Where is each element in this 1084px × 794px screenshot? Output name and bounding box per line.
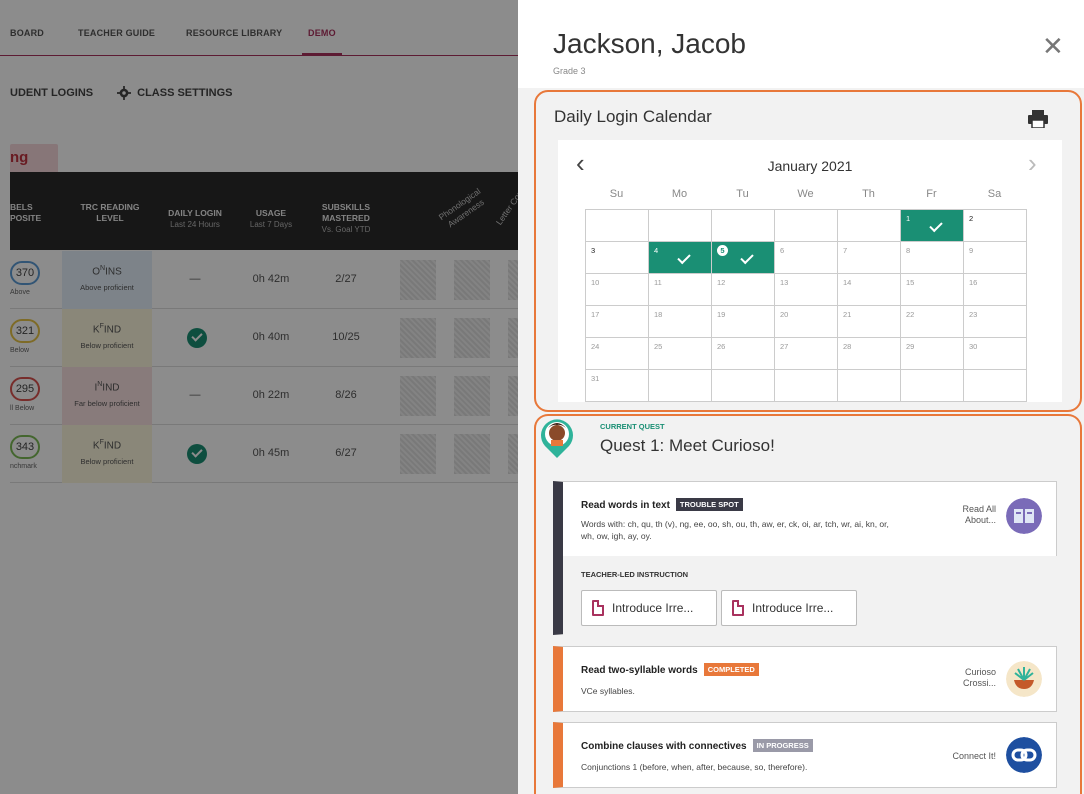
- calendar-empty-cell: [963, 369, 1027, 402]
- calendar-empty-cell: [711, 209, 775, 242]
- calendar-day-13[interactable]: 13: [774, 273, 838, 306]
- calendar-day-2[interactable]: 2: [963, 209, 1027, 242]
- calendar-empty-cell: [774, 369, 838, 402]
- calendar-empty-cell: [648, 369, 712, 402]
- calendar-day-19[interactable]: 19: [711, 305, 775, 338]
- calendar-day-17[interactable]: 17: [585, 305, 649, 338]
- print-icon[interactable]: [1028, 110, 1048, 128]
- skill-title: Read two-syllable words: [581, 665, 698, 676]
- calendar-day-5[interactable]: 5: [711, 241, 775, 274]
- calendar-day-10[interactable]: 10: [585, 273, 649, 306]
- skill-card-two-syllable[interactable]: Read two-syllable words COMPLETED VCe syl…: [553, 646, 1057, 712]
- panel-header: Jackson, Jacob Grade 3 ✕: [518, 0, 1084, 88]
- calendar-empty-cell: [585, 209, 649, 242]
- modal-backdrop[interactable]: [0, 0, 518, 794]
- calendar-empty-cell: [900, 369, 964, 402]
- student-name: Jackson, Jacob: [553, 28, 746, 59]
- calendar-day-25[interactable]: 25: [648, 337, 712, 370]
- calendar-day-15[interactable]: 15: [900, 273, 964, 306]
- next-month-icon[interactable]: ›: [1028, 148, 1037, 179]
- status-badge: TROUBLE SPOT: [675, 498, 743, 511]
- day-of-week-label: Fr: [926, 188, 937, 200]
- teacher-led-section: TEACHER-LED INSTRUCTION Introduce Irre..…: [563, 556, 1057, 638]
- calendar-empty-cell: [648, 209, 712, 242]
- calendar-empty-cell: [837, 209, 901, 242]
- day-of-week-label: Mo: [671, 188, 688, 200]
- calendar-day-16[interactable]: 16: [963, 273, 1027, 306]
- calendar-day-31[interactable]: 31: [585, 369, 649, 402]
- calendar-day-24[interactable]: 24: [585, 337, 649, 370]
- calendar-grid: 1 2 3 4 5 6 7 8 9 10 11 12 13 14 15 16 17 18 19 20 21 22 23 24 2…: [585, 209, 1027, 402]
- calendar-empty-cell: [711, 369, 775, 402]
- calendar-day-27[interactable]: 27: [774, 337, 838, 370]
- calendar-day-30[interactable]: 30: [963, 337, 1027, 370]
- skill-title: Read words in text: [581, 500, 670, 511]
- calendar-day-14[interactable]: 14: [837, 273, 901, 306]
- document-icon: [592, 600, 604, 616]
- skill-card-combine-clauses[interactable]: Combine clauses with connectives IN PROGR…: [553, 722, 1057, 788]
- skill-title: Combine clauses with connectives: [581, 741, 747, 752]
- calendar-empty-cell: [774, 209, 838, 242]
- activity-name[interactable]: Connect It!: [936, 751, 996, 762]
- quest-title: Quest 1: Meet Curioso!: [600, 436, 775, 455]
- daily-login-calendar: Daily Login Calendar ‹ January 2021 › Su…: [534, 90, 1082, 412]
- activity-name[interactable]: Curioso Crossi...: [946, 667, 996, 689]
- student-grade: Grade 3: [553, 66, 586, 76]
- calendar-day-9[interactable]: 9: [963, 241, 1027, 274]
- close-icon[interactable]: ✕: [1042, 33, 1064, 59]
- skill-description: Conjunctions 1 (before, when, after, bec…: [581, 762, 808, 772]
- skill-description: Words with: ch, qu, th (v), ng, ee, oo, …: [581, 519, 889, 541]
- calendar-title: Daily Login Calendar: [554, 107, 712, 126]
- book-activity-icon[interactable]: [1006, 498, 1042, 534]
- day-of-week-label: Su: [609, 188, 624, 200]
- calendar-empty-cell: [837, 369, 901, 402]
- status-badge: IN PROGRESS: [752, 739, 813, 752]
- day-of-week-label: We: [797, 188, 814, 200]
- day-of-week-label: Sa: [987, 188, 1002, 200]
- calendar-month: January 2021: [767, 158, 853, 174]
- calendar-day-21[interactable]: 21: [837, 305, 901, 338]
- calendar-day-6[interactable]: 6: [774, 241, 838, 274]
- bowl-activity-icon[interactable]: [1006, 661, 1042, 697]
- lesson-button-2[interactable]: Introduce Irre...: [721, 590, 857, 626]
- calendar-day-3[interactable]: 3: [585, 241, 649, 274]
- calendar-day-28[interactable]: 28: [837, 337, 901, 370]
- lesson-button-1[interactable]: Introduce Irre...: [581, 590, 717, 626]
- calendar-day-23[interactable]: 23: [963, 305, 1027, 338]
- skill-card-read-words[interactable]: Read words in text TROUBLE SPOT Words wit…: [553, 481, 1057, 638]
- calendar-day-29[interactable]: 29: [900, 337, 964, 370]
- calendar-day-7[interactable]: 7: [837, 241, 901, 274]
- document-icon: [732, 600, 744, 616]
- calendar-day-12[interactable]: 12: [711, 273, 775, 306]
- link-activity-icon[interactable]: [1006, 737, 1042, 773]
- calendar-day-26[interactable]: 26: [711, 337, 775, 370]
- calendar-box: ‹ January 2021 › Su Mo Tu We Th Fr Sa 12345678…: [558, 140, 1062, 402]
- teacher-led-label: TEACHER-LED INSTRUCTION: [581, 570, 689, 579]
- calendar-day-4[interactable]: 4: [648, 241, 712, 274]
- background-dashboard: BOARD TEACHER GUIDE RESOURCE LIBRARY DEM…: [0, 0, 518, 794]
- current-quest-label: CURRENT QUEST: [600, 422, 665, 431]
- calendar-day-20[interactable]: 20: [774, 305, 838, 338]
- status-badge: COMPLETED: [703, 663, 759, 676]
- day-of-week-label: Tu: [736, 188, 749, 200]
- activity-name[interactable]: Read All About...: [936, 504, 996, 526]
- calendar-day-22[interactable]: 22: [900, 305, 964, 338]
- calendar-day-11[interactable]: 11: [648, 273, 712, 306]
- day-of-week-label: Th: [862, 188, 875, 200]
- calendar-day-8[interactable]: 8: [900, 241, 964, 274]
- curioso-avatar-icon: [541, 419, 573, 458]
- skill-description: VCe syllables.: [581, 686, 635, 696]
- calendar-day-18[interactable]: 18: [648, 305, 712, 338]
- calendar-day-1[interactable]: 1: [900, 209, 964, 242]
